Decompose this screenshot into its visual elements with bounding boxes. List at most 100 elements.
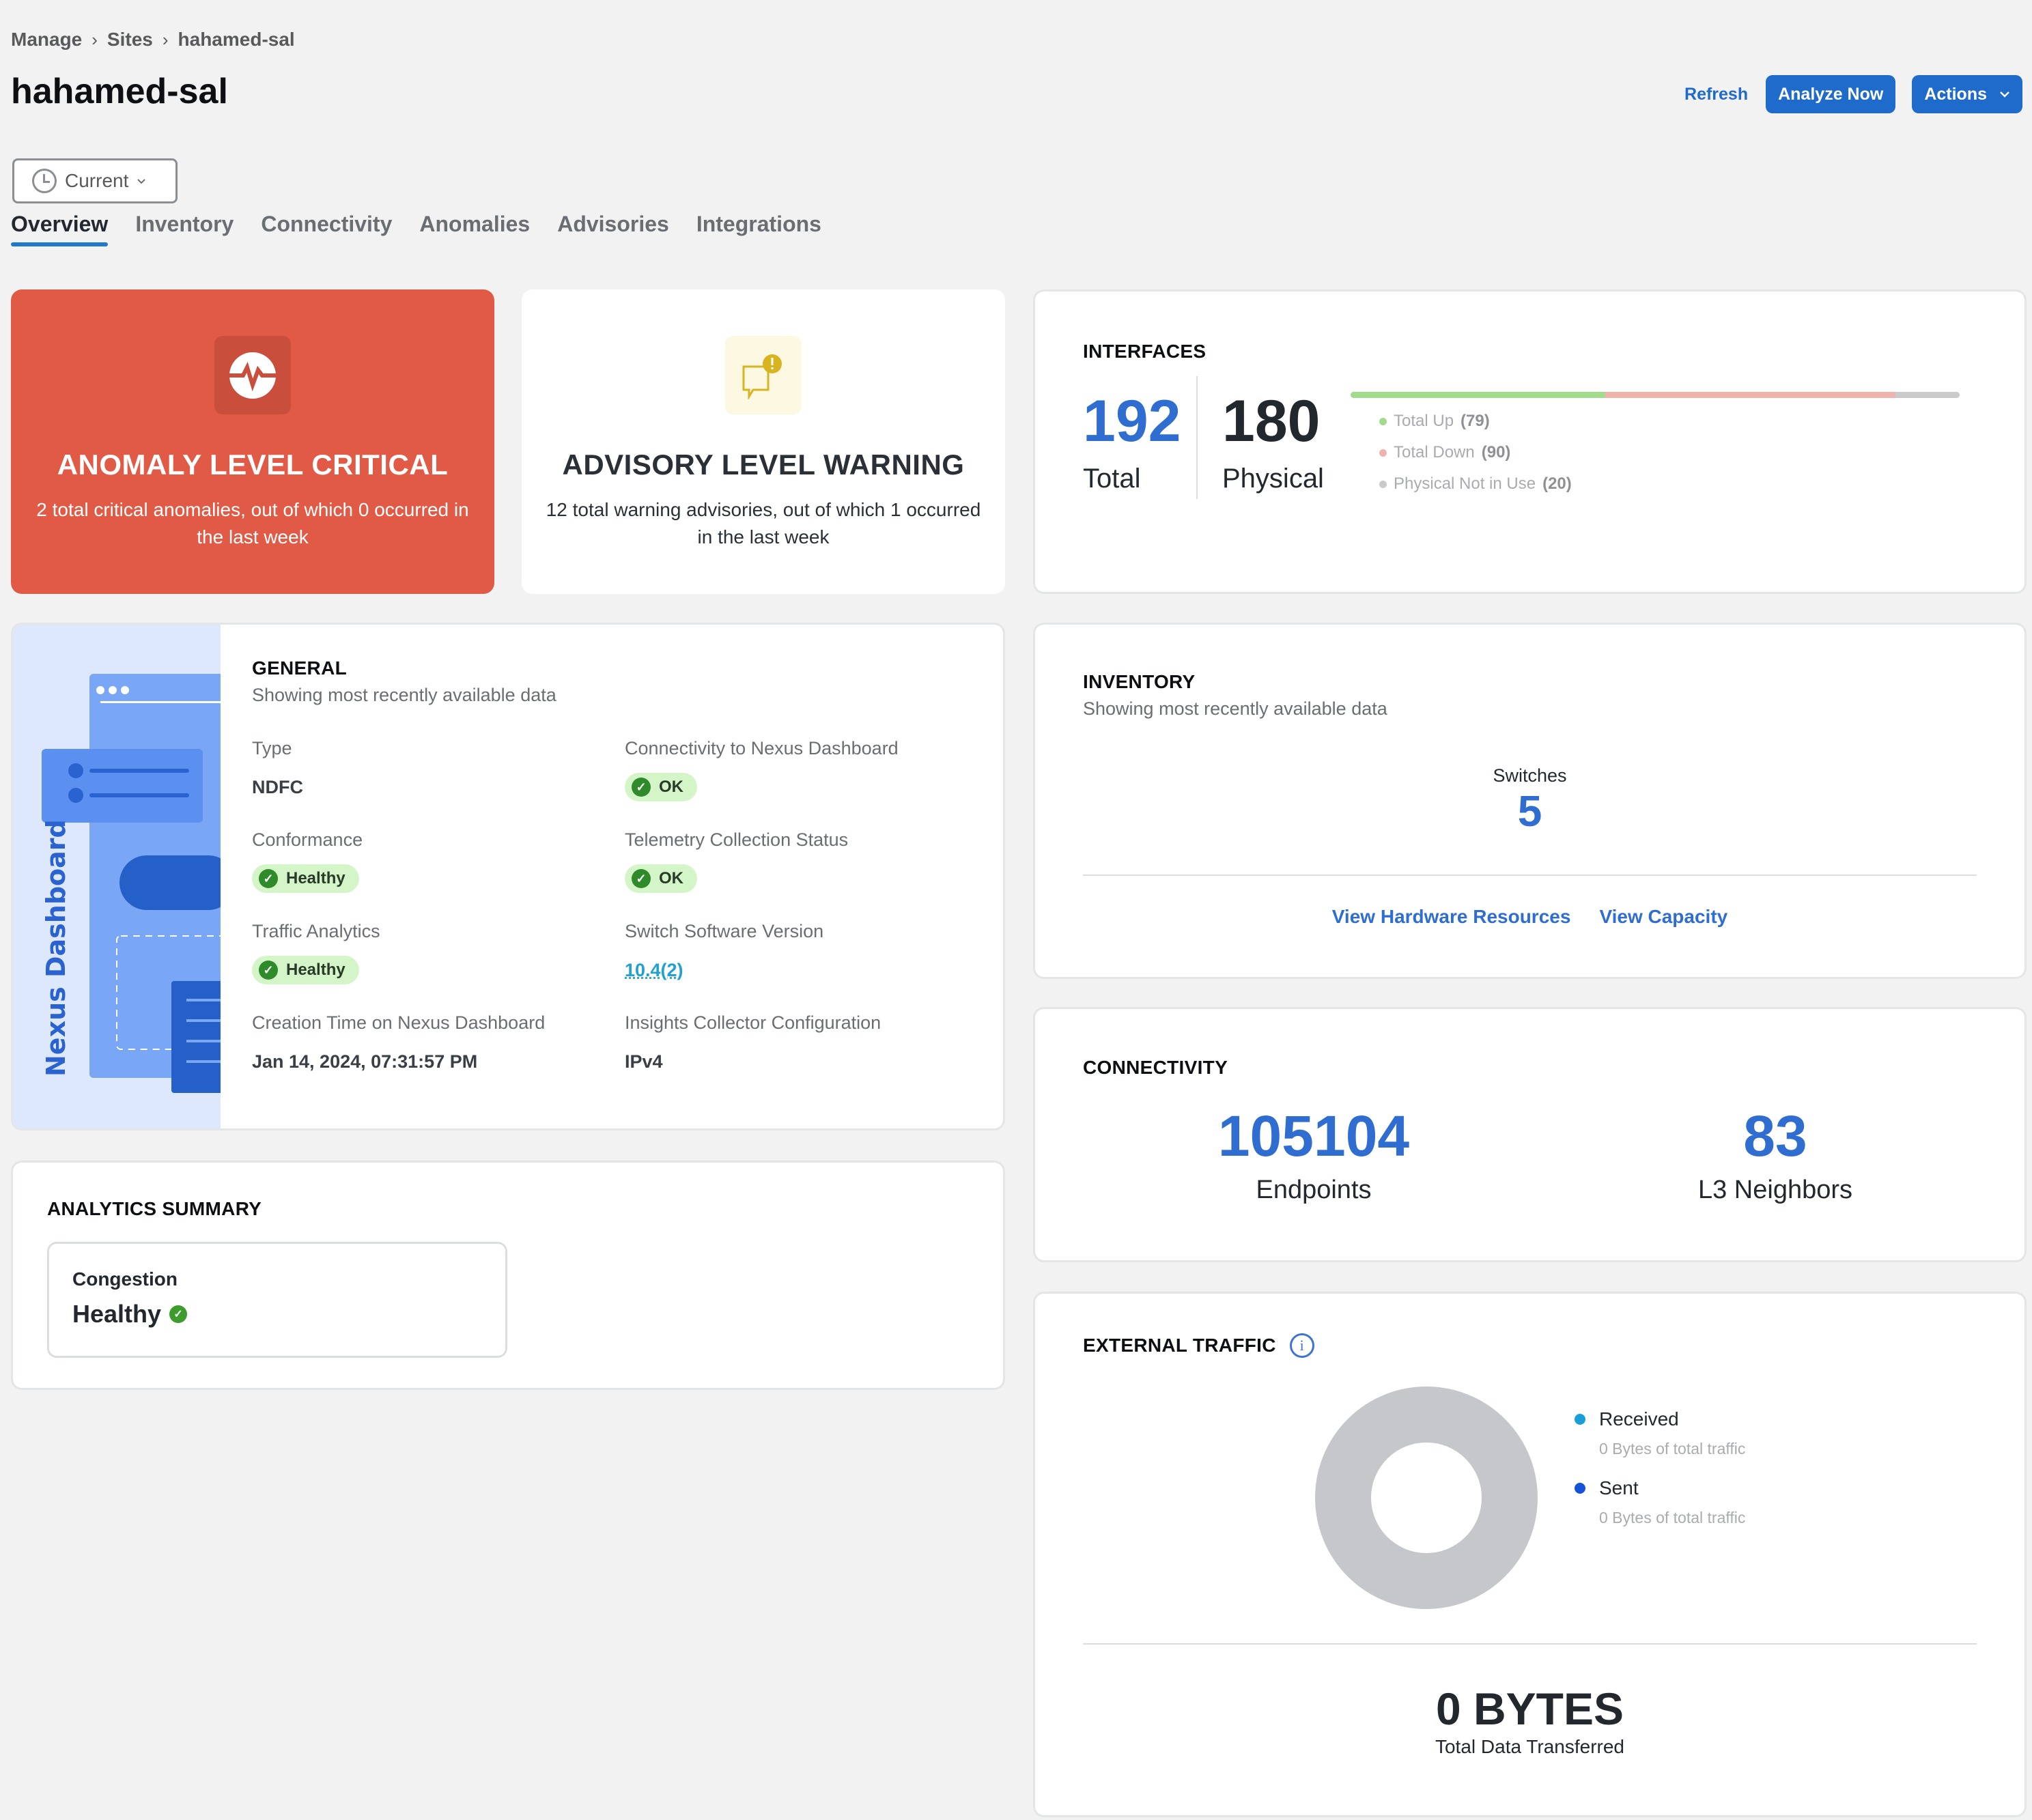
legend-label: Received — [1599, 1408, 1679, 1430]
status-badge: ✓ OK — [625, 773, 697, 801]
legend-total-up[interactable]: Total Up (79) — [1379, 412, 1572, 431]
interfaces-total-label: Total — [1083, 464, 1141, 494]
legend-detail: 0 Bytes of total traffic — [1599, 1440, 1746, 1458]
anomaly-icon-box — [214, 336, 291, 414]
actions-label: Actions — [1924, 84, 1987, 104]
field-software-version: Switch Software Version 10.4(2) — [625, 921, 998, 985]
status-badge: ✓ OK — [625, 864, 697, 893]
check-circle-icon: ✓ — [632, 869, 651, 888]
traffic-legend: Received 0 Bytes of total traffic Sent 0… — [1575, 1408, 1745, 1546]
field-label: Conformance — [252, 829, 363, 850]
field-label: Connectivity to Nexus Dashboard — [625, 738, 899, 758]
view-capacity-link[interactable]: View Capacity — [1599, 906, 1727, 928]
switches-label: Switches — [1493, 765, 1567, 786]
inventory-card: INVENTORY Showing most recently availabl… — [1033, 623, 2027, 979]
congestion-tile[interactable]: Congestion Healthy ✓ — [47, 1242, 507, 1358]
anomaly-description: 2 total critical anomalies, out of which… — [36, 499, 469, 548]
endpoints-metric[interactable]: 105104 Endpoints — [1177, 1102, 1450, 1205]
advisory-icon-box — [725, 336, 802, 414]
congestion-status: Healthy — [72, 1300, 162, 1328]
field-creation-time: Creation Time on Nexus Dashboard Jan 14,… — [252, 1012, 625, 1077]
interfaces-physical-label: Physical — [1222, 464, 1324, 494]
general-fields: Type NDFC Connectivity to Nexus Dashboar… — [252, 738, 998, 1077]
field-label: Telemetry Collection Status — [625, 829, 849, 850]
field-value: IPv4 — [625, 1051, 663, 1072]
chevron-down-icon — [2000, 91, 2009, 98]
time-range-dropdown[interactable]: Current — [12, 158, 178, 203]
tab-integrations[interactable]: Integrations — [696, 212, 821, 246]
legend-sent[interactable]: Sent — [1575, 1477, 1745, 1499]
tab-connectivity[interactable]: Connectivity — [261, 212, 392, 246]
legend-dot-icon — [1379, 417, 1387, 425]
donut-empty-ring — [1315, 1387, 1538, 1609]
inventory-links: View Hardware Resources View Capacity — [1035, 906, 2024, 928]
breadcrumb-manage[interactable]: Manage — [11, 29, 82, 51]
software-version-link[interactable]: 10.4(2) — [625, 960, 683, 981]
legend-count: (20) — [1542, 474, 1572, 493]
legend-dot-icon — [1575, 1483, 1585, 1494]
analyze-now-label: Analyze Now — [1778, 84, 1884, 104]
interfaces-title: INTERFACES — [1083, 341, 1206, 362]
l3-neighbors-count: 83 — [1743, 1104, 1807, 1168]
legend-dot-icon — [1379, 480, 1387, 488]
status-text: OK — [659, 778, 683, 796]
general-card: Nexus Dashboard GENERAL Showing most rec… — [11, 623, 1005, 1131]
l3-neighbors-metric[interactable]: 83 L3 Neighbors — [1639, 1102, 1912, 1205]
illustration-label: Nexus Dashboard — [41, 819, 71, 1077]
switches-metric[interactable]: Switches 5 — [1035, 765, 2024, 836]
connectivity-card: CONNECTIVITY 105104 Endpoints 83 L3 Neig… — [1033, 1007, 2027, 1262]
legend-label: Physical Not in Use — [1394, 474, 1536, 493]
info-icon[interactable]: i — [1289, 1333, 1314, 1358]
anomaly-level-card[interactable]: ANOMALY LEVEL CRITICAL 2 total critical … — [11, 289, 494, 594]
legend-count: (79) — [1460, 412, 1490, 430]
switches-count: 5 — [1517, 786, 1542, 836]
nexus-dashboard-illustration: Nexus Dashboard — [13, 625, 221, 1128]
total-bytes-label: Total Data Transferred — [1435, 1736, 1625, 1757]
tab-overview[interactable]: Overview — [11, 212, 109, 246]
status-text: Healthy — [286, 961, 345, 979]
field-connectivity: Connectivity to Nexus Dashboard ✓ OK — [625, 738, 998, 802]
interfaces-legend: Total Up (79) Total Down (90) Physical N… — [1379, 412, 1572, 494]
tab-anomalies[interactable]: Anomalies — [419, 212, 530, 246]
l3-neighbors-label: L3 Neighbors — [1697, 1176, 1853, 1204]
legend-physical-not-in-use[interactable]: Physical Not in Use (20) — [1379, 474, 1572, 494]
dashboard-illustration-icon: Nexus Dashboard — [41, 674, 221, 1093]
general-header: GENERAL Showing most recently available … — [252, 657, 989, 706]
tab-bar: Overview Inventory Connectivity Anomalie… — [11, 212, 821, 246]
external-traffic-title: EXTERNAL TRAFFIC — [1083, 1335, 1276, 1356]
status-text: Healthy — [286, 869, 345, 887]
inventory-header: INVENTORY Showing most recently availabl… — [1083, 671, 1387, 720]
endpoints-count: 105104 — [1217, 1104, 1410, 1168]
general-subtitle: Showing most recently available data — [252, 685, 556, 705]
endpoints-label: Endpoints — [1256, 1176, 1372, 1204]
field-label: Creation Time on Nexus Dashboard — [252, 1012, 546, 1033]
clock-icon — [32, 169, 57, 193]
anomaly-level-title: ANOMALY LEVEL CRITICAL — [57, 449, 449, 481]
field-telemetry: Telemetry Collection Status ✓ OK — [625, 829, 998, 894]
field-value: Jan 14, 2024, 07:31:57 PM — [252, 1051, 478, 1072]
connectivity-title: CONNECTIVITY — [1083, 1057, 1228, 1078]
field-label: Traffic Analytics — [252, 921, 380, 941]
legend-dot-icon — [1575, 1414, 1585, 1425]
tab-inventory[interactable]: Inventory — [135, 212, 234, 246]
legend-received[interactable]: Received — [1575, 1408, 1745, 1430]
refresh-button[interactable]: Refresh — [1684, 85, 1748, 104]
view-hardware-resources-link[interactable]: View Hardware Resources — [1332, 906, 1571, 928]
interfaces-status-bar — [1351, 392, 1960, 398]
interfaces-physical-value: 180 — [1222, 388, 1321, 454]
breadcrumb-current: hahamed-sal — [178, 29, 295, 50]
legend-label: Sent — [1599, 1477, 1639, 1498]
breadcrumb-separator: › — [162, 29, 169, 50]
field-value: NDFC — [252, 776, 303, 797]
legend-total-down[interactable]: Total Down (90) — [1379, 443, 1572, 462]
interfaces-physical[interactable]: 180 Physical — [1222, 387, 1324, 494]
interfaces-total[interactable]: 192 Total — [1083, 387, 1181, 494]
check-circle-icon: ✓ — [259, 961, 278, 980]
tab-advisories[interactable]: Advisories — [557, 212, 669, 246]
analyze-now-button[interactable]: Analyze Now — [1766, 75, 1896, 113]
breadcrumb-sites[interactable]: Sites — [107, 29, 153, 51]
page-title: hahamed-sal — [11, 72, 228, 111]
actions-dropdown-button[interactable]: Actions — [1912, 75, 2022, 113]
inventory-subtitle: Showing most recently available data — [1083, 698, 1387, 719]
advisory-level-card[interactable]: ADVISORY LEVEL WARNING 12 total warning … — [522, 289, 1005, 594]
